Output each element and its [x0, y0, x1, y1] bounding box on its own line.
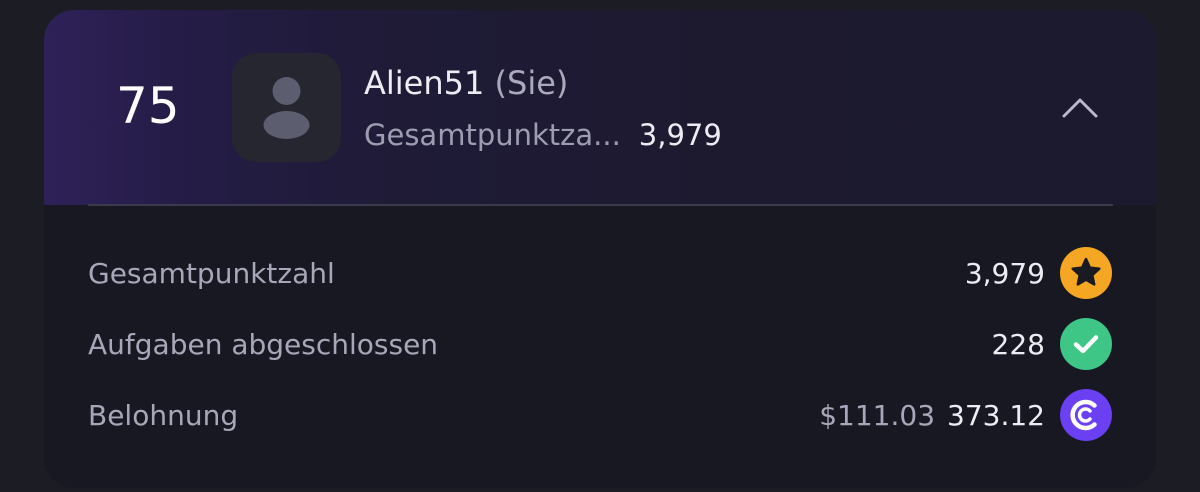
checkmark-icon: [1060, 318, 1112, 370]
you-tag: (Sie): [494, 64, 569, 102]
stat-value: 373.12: [947, 399, 1045, 432]
summary-value: 3,979: [638, 118, 722, 152]
header-divider: [88, 204, 1113, 206]
collapse-button[interactable]: [1056, 88, 1104, 128]
stat-row-reward: Belohnung $111.03 373.12: [88, 388, 1113, 444]
user-name: Alien51 (Sie): [364, 63, 568, 103]
stat-row-tasks-completed: Aufgaben abgeschlossen 228: [88, 317, 1113, 373]
chevron-up-icon: [1062, 98, 1098, 118]
star-icon: [1060, 247, 1112, 299]
summary-line: Gesamtpunktza... 3,979: [364, 117, 722, 153]
stat-value: 228: [991, 328, 1045, 361]
avatar: [232, 53, 341, 162]
stat-secondary-value: $111.03: [819, 399, 936, 432]
user-name-text: Alien51: [364, 64, 485, 102]
stat-values: 3,979: [965, 254, 1045, 294]
token-icon: [1060, 389, 1112, 441]
user-placeholder-icon: [263, 77, 310, 139]
entry-header[interactable]: 75 Alien51 (Sie) Gesamtpunktza... 3,979: [44, 10, 1156, 205]
rank-number: 75: [116, 77, 180, 135]
stat-value: 3,979: [964, 257, 1045, 290]
stat-values: 228: [992, 325, 1045, 365]
stat-label: Aufgaben abgeschlossen: [88, 328, 439, 361]
leaderboard-entry-card: 75 Alien51 (Sie) Gesamtpunktza... 3,979 G…: [44, 10, 1156, 488]
stat-label: Belohnung: [88, 399, 239, 432]
stat-row-total-score: Gesamtpunktzahl 3,979: [88, 246, 1113, 302]
summary-label: Gesamtpunktza...: [364, 118, 621, 152]
stat-values: $111.03 373.12: [819, 396, 1045, 436]
stat-label: Gesamtpunktzahl: [88, 257, 335, 290]
